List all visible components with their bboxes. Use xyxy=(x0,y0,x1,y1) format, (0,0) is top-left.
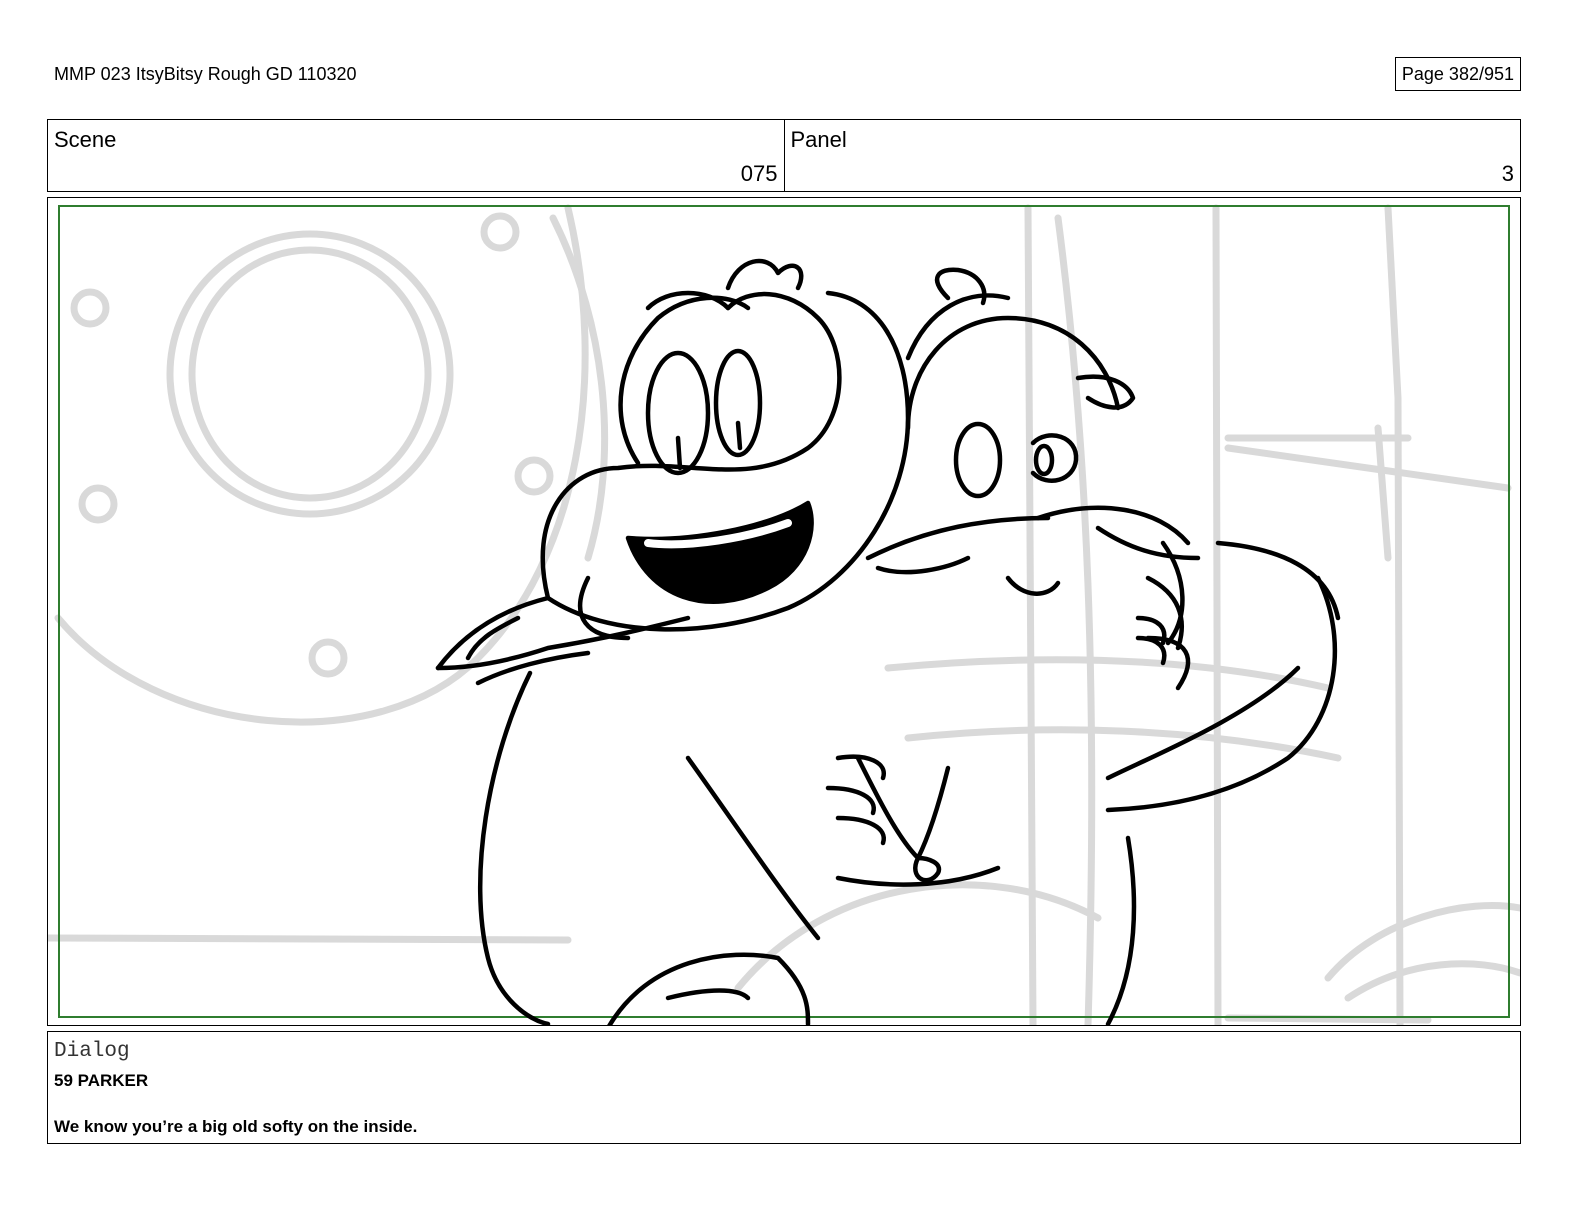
scene-number: 075 xyxy=(740,161,778,186)
page-number-box: Page 382/951 xyxy=(1394,57,1521,91)
panel-number: 3 xyxy=(1501,161,1514,186)
dialog-box: Dialog 59 PARKER We know you’re a big ol… xyxy=(47,1031,1521,1144)
panel-cell: Panel 3 xyxy=(783,120,1521,191)
character-sketch xyxy=(435,258,1341,1025)
scene-panel-table: Scene 075 Panel 3 xyxy=(47,119,1521,192)
background-sketch xyxy=(48,204,1520,1025)
storyboard-sketch xyxy=(48,204,1520,1025)
scene-label: Scene xyxy=(54,127,117,152)
storyboard-panel xyxy=(47,197,1521,1026)
panel-label: Panel xyxy=(790,127,847,152)
dialog-line: We know you’re a big old softy on the in… xyxy=(54,1117,418,1136)
scene-cell: Scene 075 xyxy=(48,120,784,191)
dialog-speaker: 59 PARKER xyxy=(54,1071,149,1090)
dialog-label: Dialog xyxy=(54,1040,130,1063)
document-title: MMP 023 ItsyBitsy Rough GD 110320 xyxy=(54,64,357,84)
